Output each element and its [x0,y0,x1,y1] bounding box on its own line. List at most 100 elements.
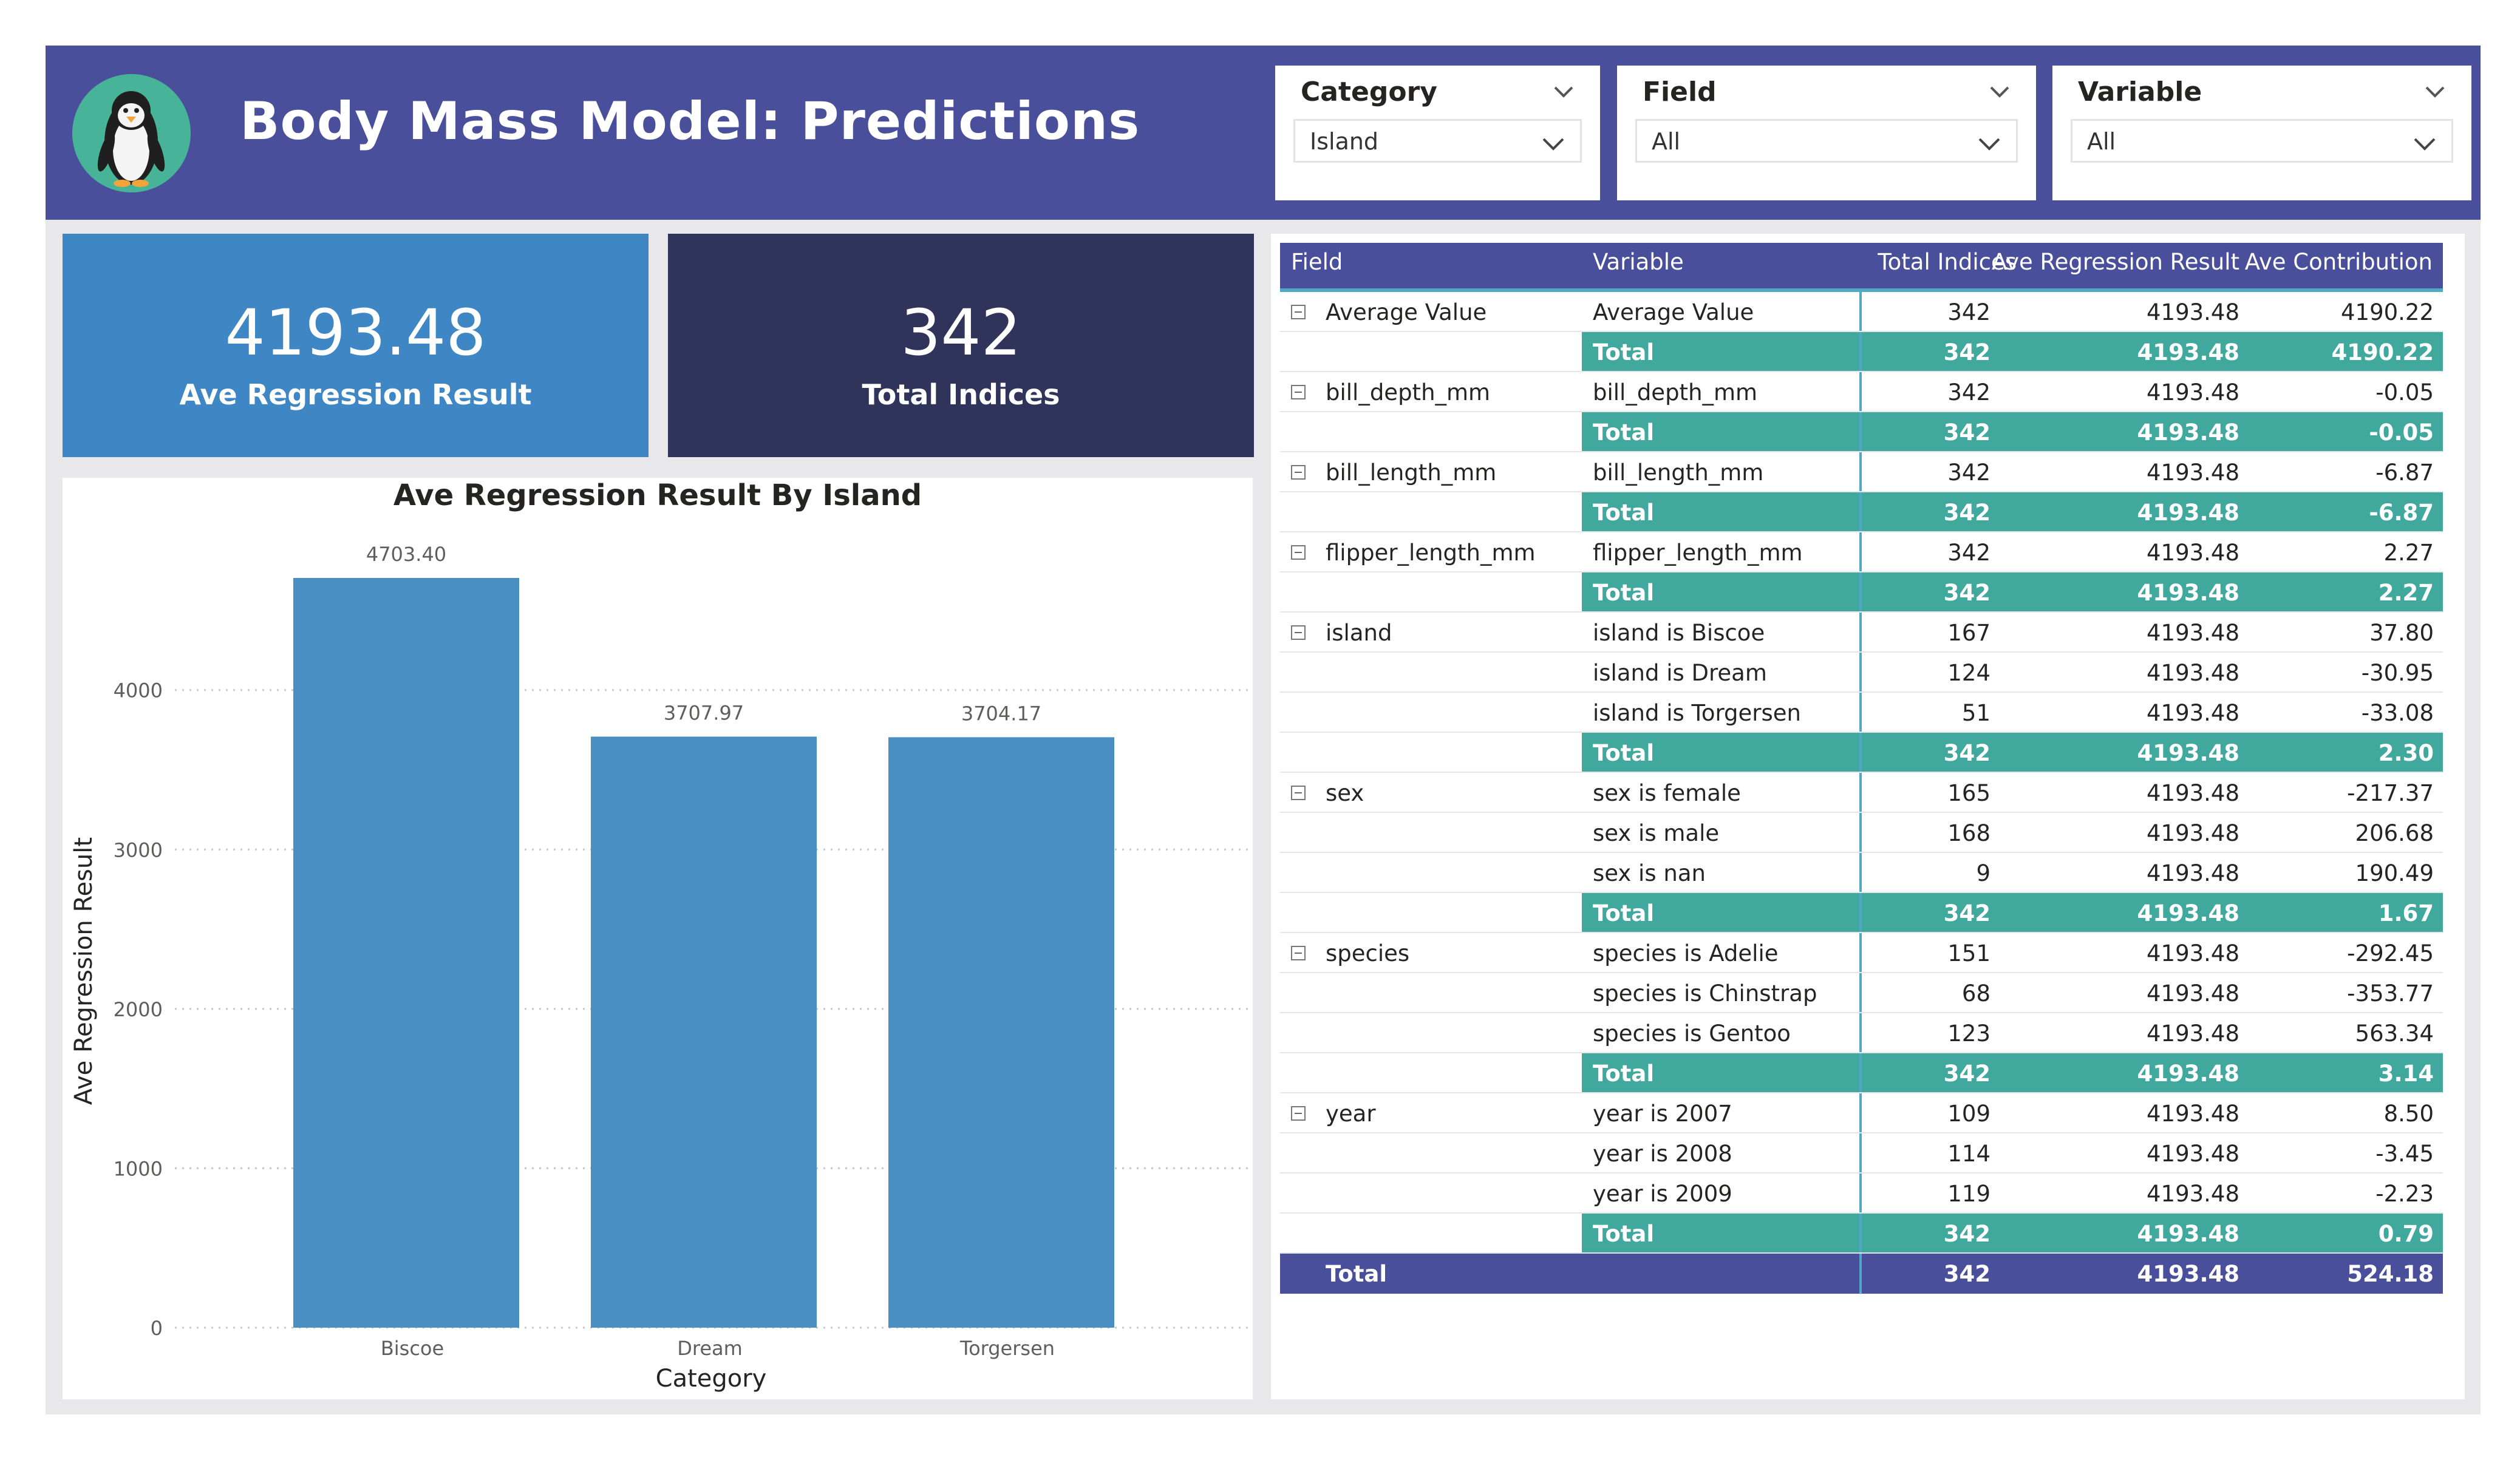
subtotal-row[interactable]: Total 342 4193.48 1.67 [1280,893,2443,933]
ave-regression-cell: 4193.48 [2146,1141,2239,1167]
column-divider [1859,532,1862,571]
variable-cell: bill_length_mm [1593,460,1764,486]
ave-contribution-cell: 1.67 [2378,900,2434,926]
ave-contribution-cell: -30.95 [2361,660,2434,686]
collapse-icon[interactable] [1291,545,1306,560]
table-row[interactable]: year is 2008 114 4193.48 -3.45 [1280,1133,2443,1173]
column-divider [1859,853,1862,892]
ave-regression-cell: 4193.48 [2146,460,2239,486]
collapse-icon[interactable] [1291,385,1306,399]
variable-dropdown[interactable]: All [2071,119,2453,163]
subtotal-row[interactable]: Total 342 4193.48 2.30 [1280,733,2443,773]
table-row[interactable]: island island is Biscoe 167 4193.48 37.80 [1280,613,2443,653]
bar-dream[interactable] [591,736,817,1328]
data-label: 3707.97 [664,701,744,724]
category-slicer[interactable]: Category Island [1275,66,1600,200]
bar-biscoe[interactable] [293,578,519,1328]
total-indices-cell: 114 [1947,1141,1990,1167]
collapse-icon[interactable] [1291,946,1306,960]
collapse-icon[interactable] [1291,625,1306,640]
column-divider [1859,973,1862,1012]
ave-contribution-cell: -6.87 [2375,460,2434,486]
field-dropdown[interactable]: All [1635,119,2018,163]
ave-regression-cell: 4193.48 [2146,940,2239,966]
variable-cell: Total [1593,1221,1655,1247]
table-row[interactable]: year is 2009 119 4193.48 -2.23 [1280,1173,2443,1214]
total-indices-cell: 342 [1947,540,1990,566]
column-header-ave-regression[interactable]: Ave Regression Result [1992,249,2239,275]
chevron-down-icon[interactable] [2413,135,2437,151]
subtotal-row[interactable]: Total 342 4193.48 -6.87 [1280,492,2443,532]
subtotal-row[interactable]: Total 342 4193.48 0.79 [1280,1214,2443,1254]
ave-regression-cell: 4193.48 [2146,660,2239,686]
total-indices-cell: 342 [1947,460,1990,486]
chevron-down-icon[interactable] [1541,135,1565,151]
table-row[interactable]: flipper_length_mm flipper_length_mm 342 419… [1280,532,2443,572]
column-divider [1859,613,1862,651]
column-divider [1859,332,1862,371]
table-row[interactable]: sex is male 168 4193.48 206.68 [1280,813,2443,853]
category-dropdown[interactable]: Island [1293,119,1582,163]
table-row[interactable]: island is Dream 124 4193.48 -30.95 [1280,653,2443,693]
table-row[interactable]: species is Gentoo 123 4193.48 563.34 [1280,1013,2443,1053]
table-row[interactable]: Average Value Average Value 342 4193.48 4190… [1280,292,2443,332]
column-header-field[interactable]: Field [1291,249,1343,275]
chevron-down-icon[interactable] [1551,83,1576,100]
column-header-ave-contribution[interactable]: Ave Contribution [2245,249,2433,275]
table-row[interactable]: species species is Adelie 151 4193.48 -292.4… [1280,933,2443,973]
column-divider [1859,572,1862,611]
variable-cell: sex is nan [1593,860,1706,886]
chevron-down-icon[interactable] [1987,83,2012,100]
y-tick-label: 1000 [114,1157,163,1180]
subtotal-row[interactable]: Total 342 4193.48 3.14 [1280,1053,2443,1093]
slicer-value: All [2087,128,2116,155]
field-cell: year [1326,1101,1376,1127]
column-divider [1859,1133,1862,1172]
ave-regression-cell: 4193.48 [2146,860,2239,886]
grand-total-row[interactable]: Total 342 4193.48 524.18 [1280,1254,2443,1294]
ave-regression-cell: 4193.48 [2146,1021,2239,1047]
table-row[interactable]: island is Torgersen 51 4193.48 -33.08 [1280,693,2443,733]
column-divider [1859,733,1862,772]
column-header-variable[interactable]: Variable [1593,249,1684,275]
chevron-down-icon[interactable] [1977,135,2001,151]
collapse-icon[interactable] [1291,465,1306,480]
collapse-icon[interactable] [1291,786,1306,800]
total-indices-cell: 342 [1947,379,1990,406]
field-slicer[interactable]: Field All [1617,66,2036,200]
table-row[interactable]: species is Chinstrap 68 4193.48 -353.77 [1280,973,2443,1013]
table-row[interactable]: bill_depth_mm bill_depth_mm 342 4193.48 -0.0… [1280,372,2443,412]
column-divider [1859,933,1862,972]
total-indices-cell: 68 [1961,980,1990,1007]
field-cell: species [1326,940,1410,966]
column-divider [1859,653,1862,691]
collapse-icon[interactable] [1291,1106,1306,1121]
table-row[interactable]: bill_length_mm bill_length_mm 342 4193.48 -6… [1280,452,2443,492]
collapse-icon[interactable] [1291,305,1306,319]
field-cell: bill_depth_mm [1326,379,1491,406]
table-row[interactable]: sex is nan 9 4193.48 190.49 [1280,853,2443,893]
ave-contribution-cell: 206.68 [2355,820,2434,846]
x-tick-label: Biscoe [381,1337,444,1360]
slicer-label: Category [1301,76,1437,107]
ave-contribution-cell: -0.05 [2369,419,2434,446]
field-cell: flipper_length_mm [1326,540,1536,566]
y-tick-label: 0 [151,1317,163,1340]
total-indices-cell: 119 [1947,1181,1990,1207]
subtotal-row[interactable]: Total 342 4193.48 2.27 [1280,572,2443,613]
variable-slicer[interactable]: Variable All [2052,66,2471,200]
variable-cell: year is 2008 [1593,1141,1732,1167]
subtotal-row[interactable]: Total 342 4193.48 -0.05 [1280,412,2443,452]
table-header: Field Variable Total Indices Ave Regress… [1280,243,2443,292]
ave-regression-cell: 4193.48 [2137,339,2239,365]
table-row[interactable]: sex sex is female 165 4193.48 -217.37 [1280,773,2443,813]
ave-regression-cell: 4193.48 [2137,1221,2239,1247]
ave-regression-cell: 4193.48 [2146,1181,2239,1207]
ave-regression-cell: 4193.48 [2137,500,2239,526]
column-divider [1859,292,1862,331]
bar-torgersen[interactable] [888,737,1114,1328]
table-row[interactable]: year year is 2007 109 4193.48 8.50 [1280,1093,2443,1133]
total-indices-cell: 167 [1947,620,1990,646]
chevron-down-icon[interactable] [2423,83,2447,100]
subtotal-row[interactable]: Total 342 4193.48 4190.22 [1280,332,2443,372]
